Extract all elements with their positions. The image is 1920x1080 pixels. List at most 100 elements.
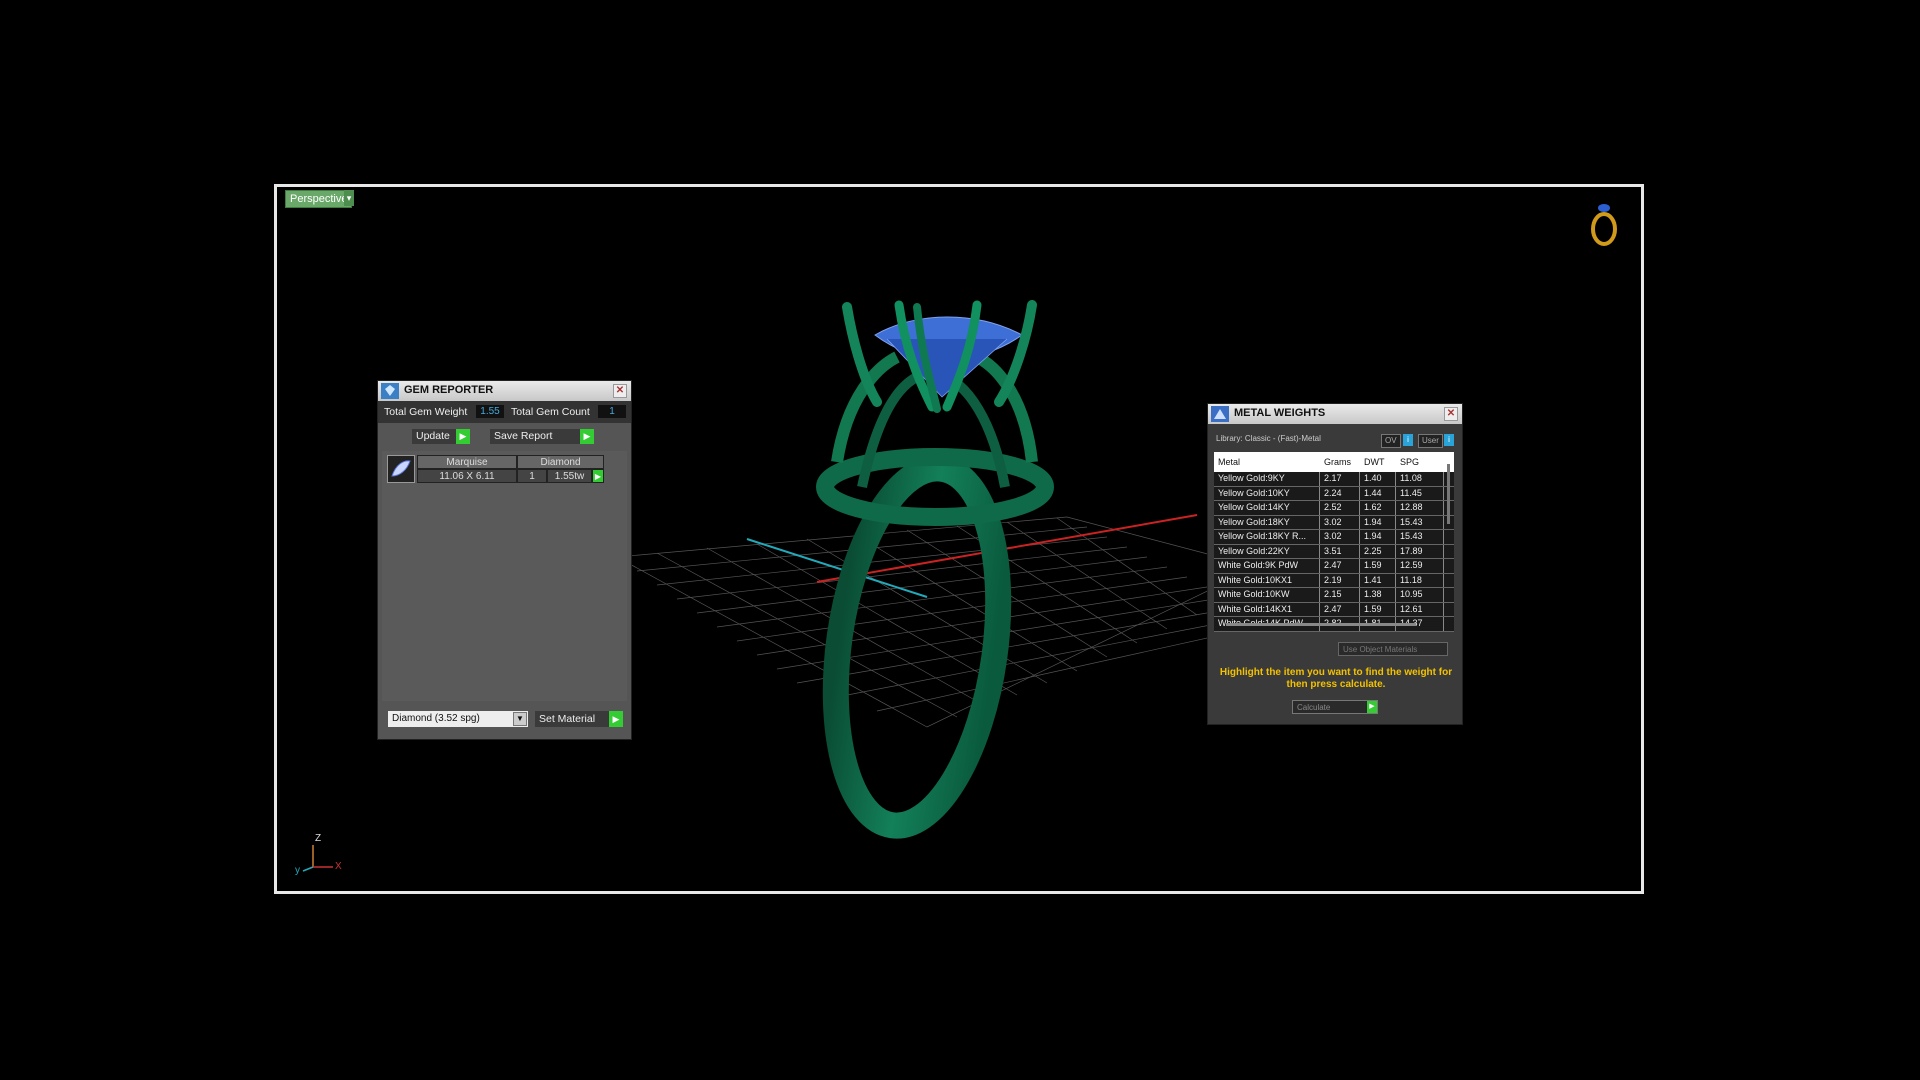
spg-cell: 12.59 — [1400, 559, 1444, 573]
update-label: Update — [416, 430, 450, 442]
spg-cell: 10.95 — [1400, 588, 1444, 602]
metal-name-cell: Yellow Gold:9KY — [1218, 472, 1320, 486]
metal-name-cell: White Gold:10KW — [1218, 588, 1320, 602]
calculate-hint: Highlight the item you want to find the … — [1219, 667, 1453, 690]
metal-name-cell: White Gold:10KX1 — [1218, 573, 1320, 587]
calculate-label: Calculate — [1297, 703, 1331, 712]
gem-actions-row: Update ▶ Save Report ▶ — [378, 423, 631, 447]
ground-grid — [615, 516, 1259, 728]
table-row[interactable]: White Gold:14KX1 2.47 1.59 12.61 — [1214, 602, 1454, 617]
total-gem-count-value: 1 — [598, 405, 626, 418]
gem-material: Diamond — [517, 455, 604, 469]
grams-cell: 2.19 — [1324, 573, 1360, 587]
spg-cell: 15.43 — [1400, 530, 1444, 544]
play-icon: ▶ — [1367, 701, 1377, 713]
x-axis-label: X — [335, 861, 342, 872]
table-row[interactable]: White Gold:9K PdW 2.47 1.59 12.59 — [1214, 559, 1454, 574]
calculate-button[interactable]: Calculate ▶ — [1292, 700, 1378, 714]
table-row[interactable]: White Gold:10KW 2.15 1.38 10.95 — [1214, 588, 1454, 603]
dwt-cell: 1.59 — [1364, 602, 1396, 616]
chevron-down-icon[interactable]: ▼ — [513, 712, 527, 726]
metal-name-cell: Yellow Gold:10KY — [1218, 486, 1320, 500]
ring-model[interactable] — [815, 300, 1054, 839]
table-row[interactable]: Yellow Gold:9KY 2.17 1.40 11.08 — [1214, 472, 1454, 487]
metal-name-cell: White Gold:9K PdW — [1218, 559, 1320, 573]
library-label: Library: Classic - (Fast)-Metal — [1216, 434, 1321, 443]
grams-cell: 2.47 — [1324, 559, 1360, 573]
dwt-cell: 1.94 — [1364, 515, 1396, 529]
play-icon[interactable]: ▶ — [592, 469, 604, 483]
z-axis-label: Z — [315, 833, 322, 844]
axis-triad: Z y X — [293, 827, 343, 877]
ov-toggle[interactable]: OV — [1381, 434, 1401, 448]
update-button[interactable]: Update ▶ — [412, 429, 470, 444]
gem-reporter-titlebar[interactable]: GEM REPORTER ✕ — [378, 381, 631, 401]
material-select-value: Diamond (3.52 spg) — [392, 713, 480, 724]
grams-cell: 2.17 — [1324, 472, 1360, 486]
set-material-button[interactable]: Set Material ▶ — [535, 711, 623, 727]
use-object-materials-label: Use Object Materials — [1343, 645, 1418, 654]
view-mode-button[interactable]: Perspective — [285, 190, 353, 208]
dwt-cell: 1.62 — [1364, 501, 1396, 515]
play-icon: ▶ — [580, 429, 594, 444]
spg-cell: 11.08 — [1400, 472, 1444, 486]
table-row[interactable]: Yellow Gold:14KY 2.52 1.62 12.88 — [1214, 501, 1454, 516]
play-icon: ▶ — [456, 429, 470, 444]
gem-reporter-panel[interactable]: GEM REPORTER ✕ Total Gem Weight 1.55 Tot… — [377, 380, 632, 740]
table-row[interactable]: White Gold:10KX1 2.19 1.41 11.18 — [1214, 573, 1454, 588]
close-icon[interactable]: ✕ — [1444, 407, 1458, 421]
grams-cell: 3.02 — [1324, 515, 1360, 529]
column-header-grams[interactable]: Grams — [1324, 452, 1360, 472]
horizontal-scrollbar[interactable] — [1226, 623, 1416, 626]
material-select[interactable]: Diamond (3.52 spg) ▼ — [388, 711, 528, 727]
info-icon[interactable]: i — [1444, 434, 1454, 446]
table-row[interactable]: Yellow Gold:10KY 2.24 1.44 11.45 — [1214, 486, 1454, 501]
marquise-gem-icon — [387, 455, 415, 483]
info-icon[interactable]: i — [1403, 434, 1413, 446]
metal-name-cell: Yellow Gold:18KY — [1218, 515, 1320, 529]
use-object-materials-checkbox[interactable]: Use Object Materials — [1338, 642, 1448, 656]
metal-rows: Yellow Gold:9KY 2.17 1.40 11.08 Yellow Gold:… — [1214, 472, 1454, 632]
metal-name-cell: White Gold:14KX1 — [1218, 602, 1320, 616]
column-header-spg[interactable]: SPG — [1400, 452, 1444, 472]
play-icon: ▶ — [609, 711, 623, 727]
chevron-down-icon[interactable]: ▾ — [344, 190, 354, 206]
spg-cell: 12.61 — [1400, 602, 1444, 616]
gem-list[interactable]: Marquise Diamond 11.06 X 6.11 1 1.55tw ▶ — [382, 451, 627, 701]
dwt-cell: 2.25 — [1364, 544, 1396, 558]
column-header-metal[interactable]: Metal — [1218, 452, 1320, 472]
metal-weights-title: METAL WEIGHTS — [1234, 407, 1326, 419]
spg-cell: 12.88 — [1400, 501, 1444, 515]
metal-weights-panel[interactable]: METAL WEIGHTS ✕ Library: Classic - (Fast… — [1207, 403, 1463, 725]
dwt-cell: 1.38 — [1364, 588, 1396, 602]
table-row[interactable]: Yellow Gold:18KY 3.02 1.94 15.43 — [1214, 515, 1454, 530]
metal-name-cell: Yellow Gold:22KY — [1218, 544, 1320, 558]
dwt-cell: 1.94 — [1364, 530, 1396, 544]
table-row[interactable]: Yellow Gold:22KY 3.51 2.25 17.89 — [1214, 544, 1454, 559]
gem-weight: 1.55tw — [547, 469, 592, 483]
spg-cell: 11.18 — [1400, 573, 1444, 587]
dwt-cell: 1.40 — [1364, 472, 1396, 486]
dwt-cell: 1.41 — [1364, 573, 1396, 587]
vertical-scrollbar[interactable] — [1447, 464, 1450, 524]
gem-reporter-icon — [381, 383, 399, 399]
grams-cell: 2.15 — [1324, 588, 1360, 602]
close-icon[interactable]: ✕ — [613, 384, 627, 398]
dwt-cell: 1.44 — [1364, 486, 1396, 500]
metal-table-header: Metal Grams DWT SPG — [1214, 452, 1454, 472]
metal-weights-titlebar[interactable]: METAL WEIGHTS ✕ — [1208, 404, 1462, 424]
table-row[interactable]: Yellow Gold:18KY R... 3.02 1.94 15.43 — [1214, 530, 1454, 545]
set-material-label: Set Material — [539, 713, 596, 725]
column-header-dwt[interactable]: DWT — [1364, 452, 1396, 472]
grams-cell: 3.51 — [1324, 544, 1360, 558]
grams-cell: 2.24 — [1324, 486, 1360, 500]
gem-qty: 1 — [517, 469, 547, 483]
metal-name-cell: Yellow Gold:18KY R... — [1218, 530, 1320, 544]
user-toggle[interactable]: User — [1418, 434, 1443, 448]
metal-weights-icon — [1211, 406, 1229, 422]
save-report-button[interactable]: Save Report ▶ — [490, 429, 594, 444]
metal-table[interactable]: Metal Grams DWT SPG Yellow Gold:9KY 2.17 1… — [1214, 452, 1454, 632]
gem-totals-row: Total Gem Weight 1.55 Total Gem Count 1 — [378, 401, 631, 423]
y-axis-label: y — [295, 865, 300, 876]
gem-reporter-title: GEM REPORTER — [404, 384, 494, 396]
